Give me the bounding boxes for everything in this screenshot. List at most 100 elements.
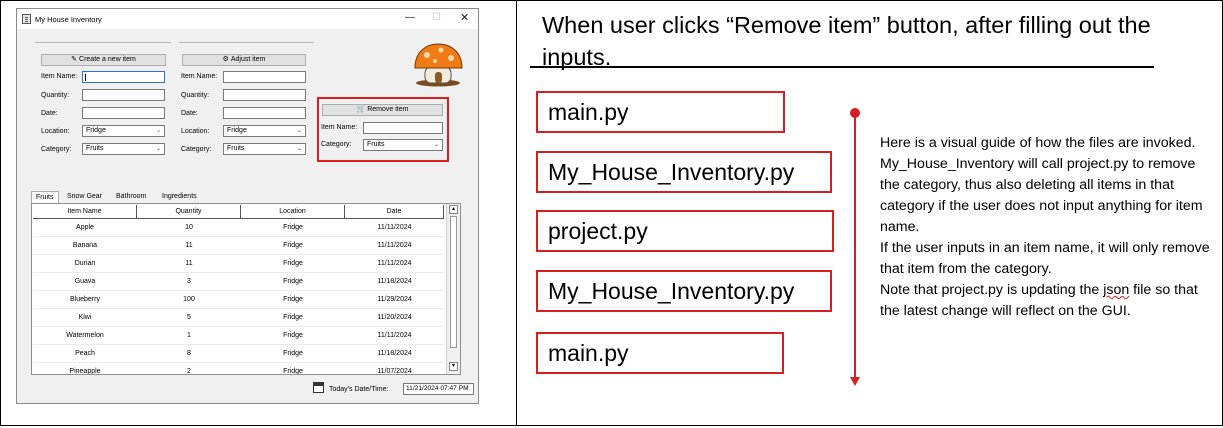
adjust-quantity-label: Quantity: [181,92,210,99]
create-quantity-label: Quantity: [41,92,70,99]
cell-quantity: 5 [187,314,191,321]
cell-item-name: Banana [72,242,98,249]
adjust-item-label: Adjust item [230,56,266,63]
cell-location: Fridge [283,350,303,357]
create-item-label: Create a new item [79,56,136,63]
step-main-py: main.py [536,91,785,133]
adjust-category-select[interactable]: Fruits ⌄ [223,143,306,155]
text-caret [85,74,86,81]
gear-icon: ⚙ [222,56,229,63]
remove-item-button[interactable]: 🛒 Remove item [322,104,443,116]
cell-quantity: 2 [187,368,191,375]
step-project-py: project.py [536,210,834,252]
tab-bathroom[interactable]: Bathroom [112,191,150,203]
cell-quantity: 1 [187,332,191,339]
cell-item-name: Watermelon [66,332,104,339]
adjust-category-label: Category: [181,146,212,153]
table-row[interactable]: Kiwi 5 Fridge 11/20/2024 [33,309,444,327]
create-quantity-input[interactable] [82,89,165,101]
column-header-location[interactable]: Location [241,205,345,219]
scroll-up-arrow-icon[interactable]: ▴ [449,205,458,214]
column-header-item-name[interactable]: Item Name [33,205,137,219]
adjust-location-label: Location: [181,128,210,135]
remove-item-name-input[interactable] [363,122,443,134]
tab-ingredients[interactable]: Ingredients [158,191,201,203]
chevron-down-icon: ⌄ [296,146,302,152]
cell-location: Fridge [283,242,303,249]
cell-location: Fridge [283,224,303,231]
adjust-item-name-label: Item Name: [181,73,218,80]
cell-quantity: 3 [187,278,191,285]
cell-quantity: 8 [187,350,191,357]
cell-quantity: 11 [185,260,193,267]
diagram-heading: When user clicks “Remove item” button, a… [542,12,1151,70]
flow-arrow-head-icon [850,377,860,386]
adjust-item-button[interactable]: ⚙ Adjust item [182,54,306,66]
close-button[interactable]: ✕ [460,13,469,24]
table-row[interactable]: Pineapple 2 Fridge 11/07/2024 [33,363,444,375]
table-header: Item Name Quantity Location Date [33,205,444,219]
table-row[interactable]: Watermelon 1 Fridge 11/11/2024 [33,327,444,345]
adjust-date-input[interactable] [223,107,306,119]
cell-date: 11/11/2024 [377,260,412,267]
tab-fruits[interactable]: Fruits [31,191,59,203]
table-row[interactable]: Peach 8 Fridge 11/18/2024 [33,345,444,363]
create-date-input[interactable] [82,107,165,119]
cell-date: 11/11/2024 [377,332,412,339]
create-item-name-input[interactable] [82,71,165,83]
cell-location: Fridge [283,332,303,339]
adjust-item-name-input[interactable] [223,71,306,83]
scrollbar-thumb[interactable] [450,216,457,348]
tab-snow-gear[interactable]: Snow Gear [63,191,106,203]
create-item-button[interactable]: ✎ Create a new item [41,54,166,66]
table-row[interactable]: Apple 10 Fridge 11/11/2024 [33,219,444,237]
create-location-value: Fridge [86,127,106,134]
table-row[interactable]: Banana 11 Fridge 11/11/2024 [33,237,444,255]
create-category-label: Category: [41,146,72,153]
maximize-button[interactable]: ☐ [432,13,441,23]
separator [35,42,171,43]
cell-location: Fridge [283,278,303,285]
table-row[interactable]: Durian 11 Fridge 11/11/2024 [33,255,444,273]
cell-location: Fridge [283,314,303,321]
column-header-quantity[interactable]: Quantity [137,205,241,219]
remove-category-select[interactable]: Fruits ⌄ [363,139,443,151]
cell-date: 11/18/2024 [377,278,412,285]
adjust-location-select[interactable]: Fridge ⌄ [223,125,306,137]
cell-date: 11/11/2024 [377,224,412,231]
cell-item-name: Peach [75,350,95,357]
cell-location: Fridge [283,296,303,303]
cell-quantity: 10 [185,224,193,231]
table-row[interactable]: Blueberry 100 Fridge 11/29/2024 [33,291,444,309]
create-category-select[interactable]: Fruits ⌄ [82,143,165,155]
title-bar: My House Inventory — ☐ ✕ [17,9,478,29]
chevron-down-icon: ⌄ [433,142,439,148]
chevron-down-icon: ⌄ [296,128,302,134]
remove-item-label: Remove item [367,106,409,113]
table-scrollbar[interactable]: ▴ ▾ [446,204,460,374]
inventory-table: Item Name Quantity Location Date Apple 1… [31,203,461,375]
cell-item-name: Kiwi [78,314,92,321]
cell-date: 11/20/2024 [377,314,412,321]
remove-category-label: Category: [321,141,352,148]
minimize-button[interactable]: — [405,13,415,23]
scroll-down-arrow-icon[interactable]: ▾ [449,362,458,371]
mushroom-house-logo [414,43,463,87]
step-my-house-inventory-py: My_House_Inventory.py [536,270,832,312]
description-paragraph: Here is a visual guide of how the files … [880,135,1203,235]
separator [179,42,314,43]
create-location-select[interactable]: Fridge ⌄ [82,125,165,137]
step-my-house-inventory-py: My_House_Inventory.py [536,151,832,193]
cell-location: Fridge [283,368,303,375]
heading-underline [530,66,1154,68]
adjust-category-value: Fruits [227,145,245,152]
flow-arrow-line [854,113,856,379]
table-row[interactable]: Guava 3 Fridge 11/18/2024 [33,273,444,291]
cell-date: 11/11/2024 [377,242,412,249]
chevron-down-icon: ⌄ [155,128,161,134]
description-text: Note that project.py is updating the [880,282,1104,298]
column-header-date[interactable]: Date [345,205,444,219]
json-word: json [1103,282,1130,298]
cell-item-name: Durian [74,260,96,267]
adjust-quantity-input[interactable] [223,89,306,101]
